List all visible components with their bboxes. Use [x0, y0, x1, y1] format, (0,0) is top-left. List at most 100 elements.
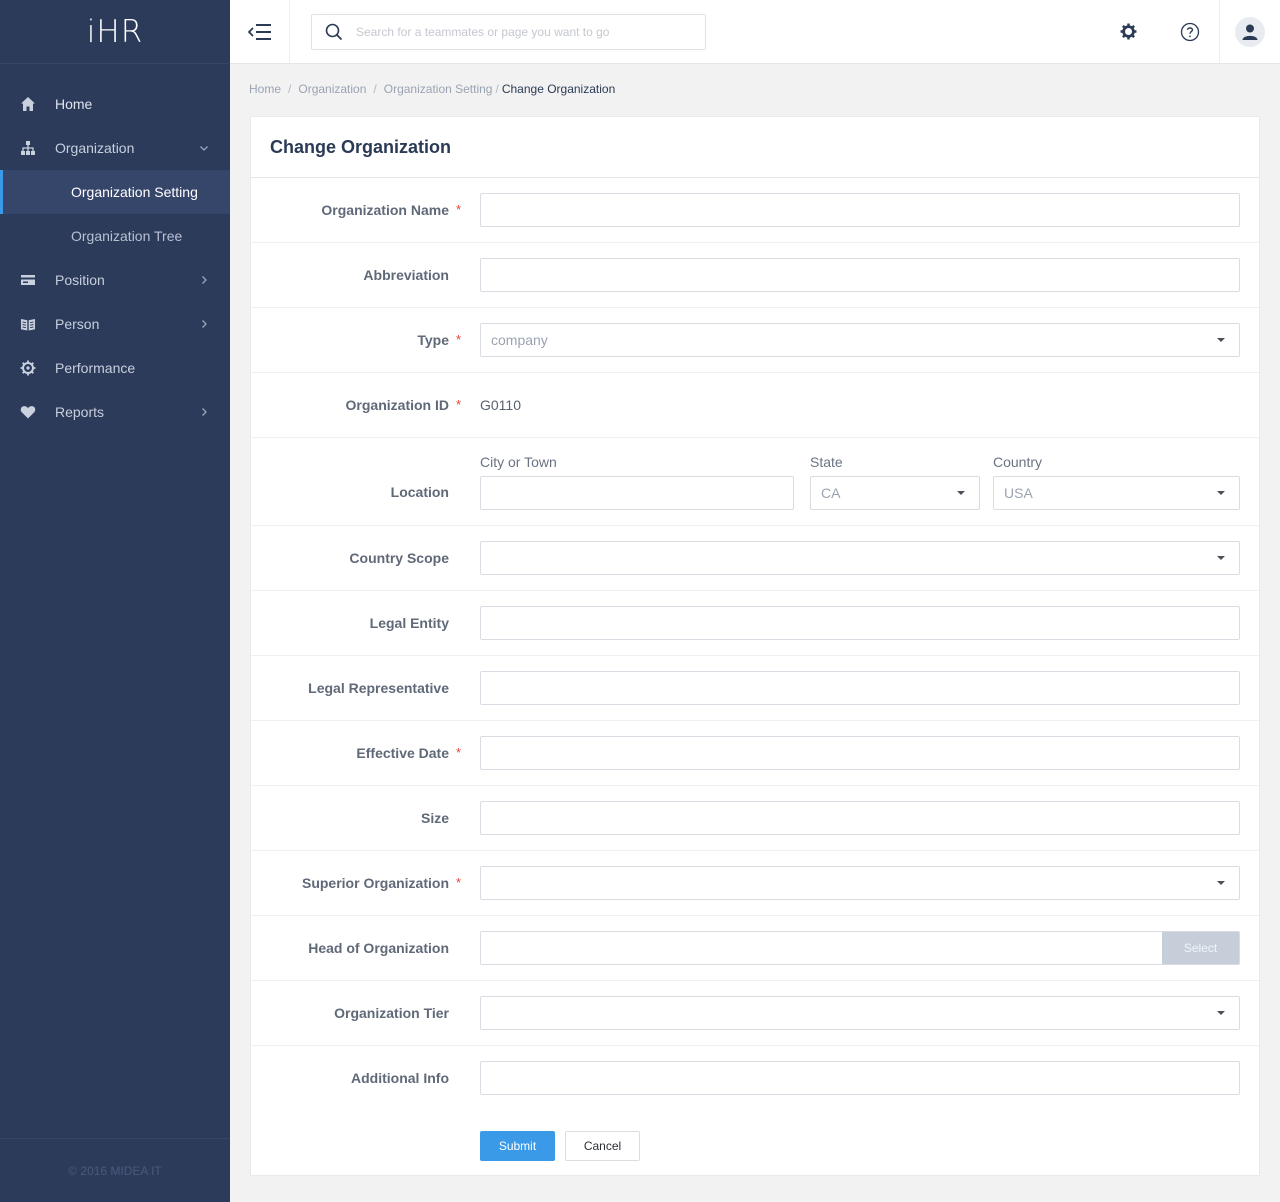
required-mark: * — [456, 202, 462, 217]
form-row-type: Type * company — [251, 308, 1259, 373]
state-select-value: CA — [821, 485, 841, 501]
legal-entity-input[interactable] — [480, 606, 1240, 640]
submit-button[interactable]: Submit — [480, 1131, 555, 1161]
breadcrumb: Home / Organization / Organization Setti… — [249, 82, 615, 96]
form-row-location: Location City or Town State Country CA U… — [251, 438, 1259, 526]
type-select[interactable]: company — [480, 323, 1240, 357]
size-input[interactable] — [480, 801, 1240, 835]
breadcrumb-organization[interactable]: Organization — [298, 82, 366, 96]
organization-id-value: G0110 — [480, 397, 521, 413]
user-icon — [1242, 24, 1258, 40]
user-menu-button[interactable] — [1230, 0, 1270, 63]
organization-tier-label: Organization Tier — [334, 1005, 449, 1021]
abbreviation-label: Abbreviation — [363, 267, 449, 283]
caret-down-icon — [1217, 881, 1225, 885]
help-button[interactable] — [1172, 0, 1208, 63]
sidebar-item-label: Performance — [55, 360, 136, 376]
form-row-head-of-organization: Head of Organization Select — [251, 916, 1259, 981]
additional-info-label: Additional Info — [351, 1070, 449, 1086]
gear-icon — [20, 360, 36, 376]
chevron-right-icon — [202, 276, 207, 284]
sidebar-item-label: Position — [55, 272, 105, 288]
sidebar-item-reports[interactable]: Reports — [0, 390, 230, 434]
superior-organization-select[interactable] — [480, 866, 1240, 900]
caret-down-icon — [957, 491, 965, 495]
search-input[interactable] — [356, 25, 686, 39]
breadcrumb-separator: / — [495, 82, 499, 96]
sidebar-nav: Home Organization Organization Setting O… — [0, 82, 230, 434]
sidebar-item-organization[interactable]: Organization — [0, 126, 230, 170]
sidebar-item-label: Person — [55, 316, 100, 332]
breadcrumb-separator: / — [288, 82, 292, 96]
sidebar-item-label: Organization — [55, 140, 135, 156]
sidebar-item-performance[interactable]: Performance — [0, 346, 230, 390]
country-scope-select[interactable] — [480, 541, 1240, 575]
country-select[interactable]: USA — [993, 476, 1240, 510]
top-header — [230, 0, 1280, 64]
size-label: Size — [420, 810, 449, 826]
form-row-size: Size — [251, 786, 1259, 851]
change-organization-card: Change Organization Organization Name * … — [250, 116, 1260, 1176]
copyright: © 2016 MIDEA IT — [0, 1138, 230, 1202]
required-mark: * — [456, 332, 462, 347]
avatar — [1235, 16, 1265, 47]
caret-down-icon — [1217, 491, 1225, 495]
form-row-additional-info: Additional Info Submit Cancel — [251, 1046, 1259, 1186]
sidebar-item-position[interactable]: Position — [0, 258, 230, 302]
search-icon — [312, 23, 356, 41]
state-select[interactable]: CA — [810, 476, 980, 510]
breadcrumb-separator: / — [373, 82, 377, 96]
sidebar-item-label: Home — [55, 96, 93, 112]
breadcrumb-current: Change Organization — [501, 82, 616, 96]
help-icon — [1180, 22, 1200, 41]
effective-date-input[interactable] — [480, 736, 1240, 770]
caret-down-icon — [1217, 1011, 1225, 1015]
chevron-right-icon — [202, 320, 207, 328]
sidebar-item-person[interactable]: Person — [0, 302, 230, 346]
legal-entity-label: Legal Entity — [369, 615, 449, 631]
header-divider — [1219, 0, 1220, 63]
page-title: Change Organization — [251, 117, 1259, 178]
form-row-organization-name: Organization Name * — [251, 178, 1259, 243]
type-label: Type — [417, 332, 449, 348]
select-head-button[interactable]: Select — [1162, 932, 1239, 964]
organization-name-input[interactable] — [480, 193, 1240, 227]
sidebar-subitem-organization-setting[interactable]: Organization Setting — [0, 170, 230, 214]
city-label: City or Town — [480, 454, 557, 470]
caret-down-icon — [1217, 556, 1225, 560]
breadcrumb-home[interactable]: Home — [249, 82, 281, 96]
settings-button[interactable] — [1110, 0, 1146, 63]
effective-date-label: Effective Date — [356, 745, 449, 761]
caret-down-icon — [1217, 338, 1225, 342]
organization-id-label: Organization ID — [345, 397, 449, 413]
book-icon — [20, 316, 36, 332]
form-row-organization-id: Organization ID * G0110 — [251, 373, 1259, 438]
form-row-superior-organization: Superior Organization * — [251, 851, 1259, 916]
cancel-button[interactable]: Cancel — [565, 1131, 640, 1161]
search-box[interactable] — [311, 14, 706, 50]
sidebar-subitem-organization-tree[interactable]: Organization Tree — [0, 214, 230, 258]
head-of-organization-label: Head of Organization — [308, 940, 449, 956]
required-mark: * — [456, 745, 462, 760]
organization-tier-select[interactable] — [480, 996, 1240, 1030]
location-label: Location — [390, 484, 449, 500]
app-logo[interactable]: iHR — [0, 0, 230, 64]
additional-info-input[interactable] — [480, 1061, 1240, 1095]
menu-toggle-icon — [247, 23, 271, 40]
sidebar-item-label: Reports — [55, 404, 105, 420]
organization-name-label: Organization Name — [321, 202, 449, 218]
form-row-abbreviation: Abbreviation — [251, 243, 1259, 308]
required-mark: * — [456, 875, 462, 890]
breadcrumb-organization-setting[interactable]: Organization Setting — [384, 82, 493, 96]
type-select-value: company — [491, 332, 548, 348]
home-icon — [20, 96, 36, 112]
form-row-country-scope: Country Scope — [251, 526, 1259, 591]
menu-toggle-button[interactable] — [230, 0, 290, 63]
legal-representative-input[interactable] — [480, 671, 1240, 705]
state-label: State — [810, 454, 843, 470]
country-select-value: USA — [1004, 485, 1033, 501]
head-of-organization-input[interactable]: Select — [480, 931, 1240, 965]
city-input[interactable] — [480, 476, 794, 510]
sidebar-item-home[interactable]: Home — [0, 82, 230, 126]
abbreviation-input[interactable] — [480, 258, 1240, 292]
